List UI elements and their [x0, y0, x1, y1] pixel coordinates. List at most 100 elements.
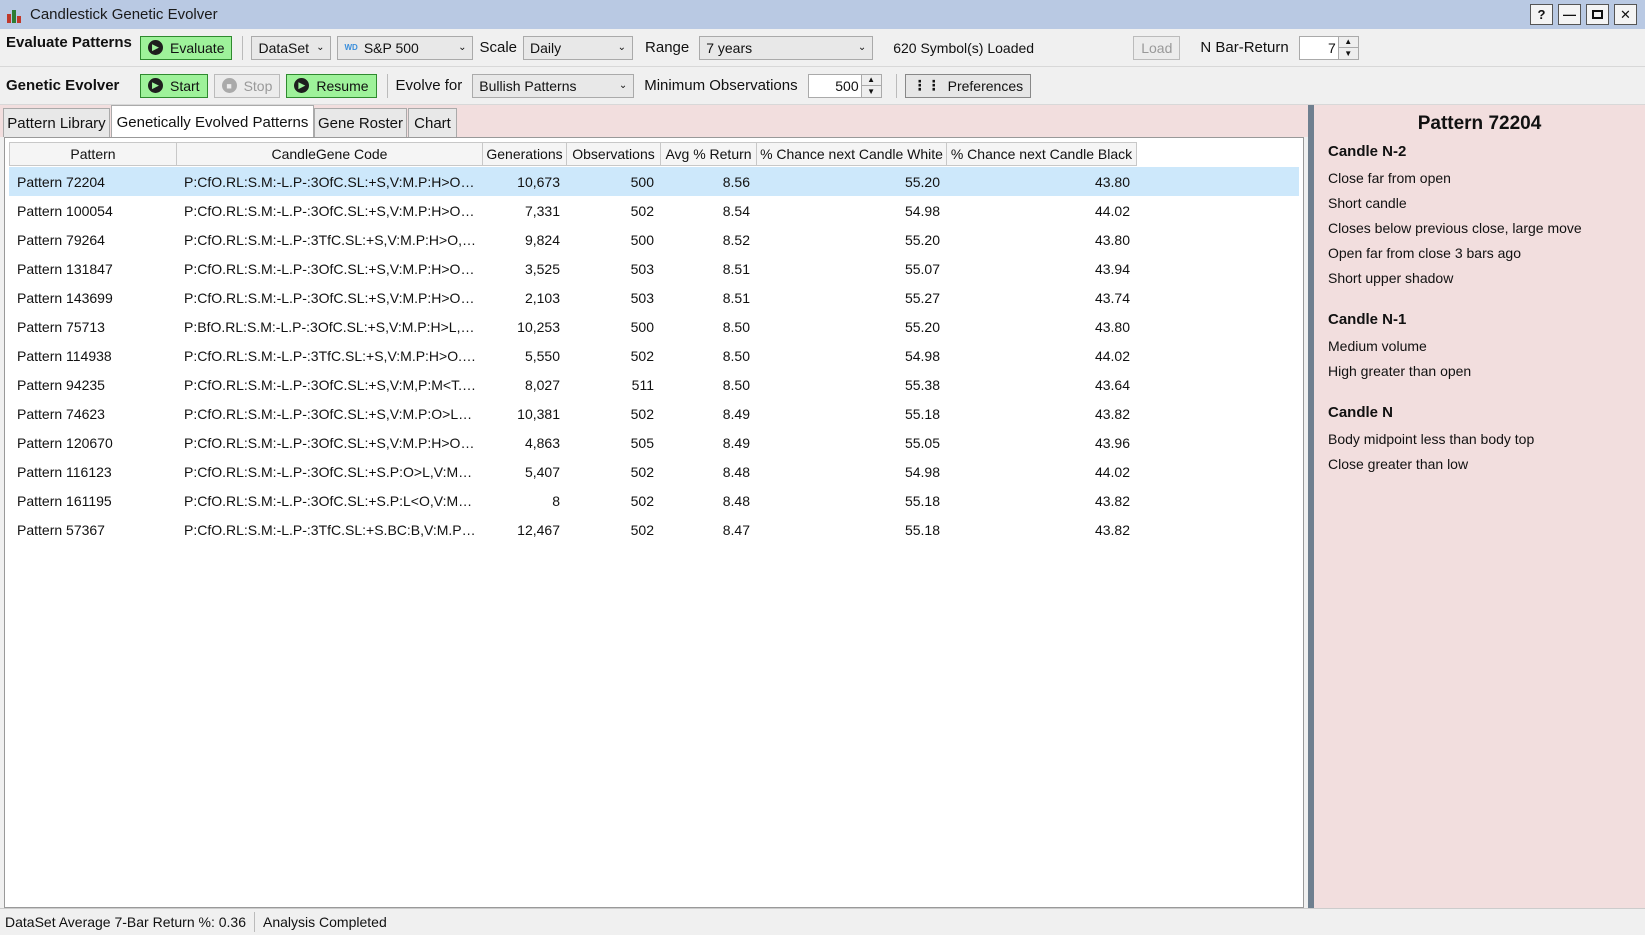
table-cell: 500 [630, 318, 654, 335]
tab-gene-roster[interactable]: Gene Roster [314, 108, 407, 137]
tab-genetically-evolved-patterns[interactable]: Genetically Evolved Patterns [111, 105, 314, 138]
table-row[interactable]: Pattern 161195 P:CfO.RL:S.M:-L.P-:3OfC.SL… [9, 486, 1299, 515]
start-button[interactable]: ▶ Start [140, 73, 208, 98]
range-select[interactable]: 7 years ⌄ [699, 35, 874, 60]
start-button-label: Start [170, 77, 200, 94]
evolver-toolbar: Genetic Evolver ▶ Start ■ Stop ▶ Resume … [0, 67, 1645, 105]
spin-up-icon[interactable]: ▲ [861, 75, 881, 86]
tab-pattern-library[interactable]: Pattern Library [3, 108, 110, 137]
table-cell: P:CfO.RL:S.M:-L.P-:3TfC.SL:+S,V:M.P:H>O.… [184, 347, 483, 364]
preferences-button[interactable]: ⋮⋮ Preferences [904, 73, 1032, 98]
stop-button-label: Stop [243, 77, 273, 94]
evaluate-button[interactable]: ▶ Evaluate [140, 35, 233, 60]
toolbar-separator [242, 35, 244, 60]
table-cell: 500 [630, 231, 654, 248]
resume-button-label: Resume [316, 77, 369, 94]
table-cell: 8.48 [722, 492, 750, 509]
table-cell: P:CfO.RL:S.M:-L.P-:3TfC.SL:+S,V:M.P:H>O,… [184, 231, 483, 248]
table-row[interactable]: Pattern 120670 P:CfO.RL:S.M:-L.P-:3OfC.SL… [9, 428, 1299, 457]
candle-condition: Medium volume [1328, 338, 1427, 354]
table-row[interactable]: Pattern 57367 P:CfO.RL:S.M:-L.P-:3TfC.SL:… [9, 515, 1299, 544]
chevron-down-icon: ⌄ [458, 42, 467, 53]
play-icon: ▶ [148, 78, 163, 93]
table-cell: 44.02 [1094, 463, 1130, 480]
scale-label: Scale [479, 39, 518, 56]
chevron-down-icon: ⌄ [617, 42, 627, 53]
n-bar-return-label: N Bar-Return [1200, 39, 1289, 56]
stop-button[interactable]: ■ Stop [213, 73, 281, 98]
candle-condition: Body midpoint less than body top [1328, 431, 1535, 447]
close-button[interactable]: ✕ [1614, 4, 1637, 25]
table-row[interactable]: Pattern 131847 P:CfO.RL:S.M:-L.P-:3OfC.SL… [9, 254, 1299, 283]
play-icon: ▶ [294, 78, 310, 93]
table-row[interactable]: Pattern 94235 P:CfO.RL:S.M:-L.P-:3OfC.SL:… [9, 370, 1299, 399]
column-header[interactable]: Observations [567, 142, 661, 166]
maximize-icon [1592, 10, 1603, 19]
spin-up-icon[interactable]: ▲ [1338, 37, 1358, 48]
column-header[interactable]: Avg % Return [661, 142, 757, 166]
table-row[interactable]: Pattern 100054 P:CfO.RL:S.M:-L.P-:3OfC.SL… [9, 196, 1299, 225]
table-cell: Pattern 57367 [17, 521, 105, 538]
table-row[interactable]: Pattern 116123 P:CfO.RL:S.M:-L.P-:3OfC.SL… [9, 457, 1299, 486]
table-row[interactable]: Pattern 143699 P:CfO.RL:S.M:-L.P-:3OfC.SL… [9, 283, 1299, 312]
column-header[interactable]: % Chance next Candle White [757, 142, 947, 166]
table-cell: 505 [630, 434, 654, 451]
table-cell: 8.48 [722, 463, 750, 480]
genetic-evolver-label: Genetic Evolver [6, 77, 120, 94]
n-bar-return-stepper[interactable]: 7 ▲ ▼ [1298, 35, 1359, 60]
table-cell: Pattern 161195 [17, 492, 112, 509]
table-row[interactable]: Pattern 72204 P:CfO.RL:S.M:-L.P-:3OfC.SL:… [9, 167, 1299, 196]
candle-condition: Close greater than low [1328, 456, 1469, 472]
resume-button[interactable]: ▶ Resume [286, 73, 377, 98]
range-label: Range [645, 39, 690, 56]
table-cell: 503 [630, 260, 654, 277]
column-header[interactable]: Generations [483, 142, 567, 166]
spin-down-icon[interactable]: ▼ [862, 86, 881, 97]
table-row[interactable]: Pattern 75713 P:BfO.RL:S.M:-L.P-:3OfC.SL:… [9, 312, 1299, 341]
table-cell: 7,331 [524, 202, 560, 219]
table-row[interactable]: Pattern 74623 P:CfO.RL:S.M:-L.P-:3OfC.SL:… [9, 399, 1299, 428]
table-cell: 8.52 [722, 231, 750, 248]
load-button[interactable]: Load [1133, 35, 1181, 60]
table-cell: 55.20 [904, 231, 940, 248]
table-cell: 502 [630, 405, 654, 422]
spin-down-icon[interactable]: ▼ [1339, 48, 1358, 59]
symbols-loaded-text: 620 Symbol(s) Loaded [893, 39, 1035, 56]
minimum-observations-stepper[interactable]: 500 ▲ ▼ [807, 73, 882, 98]
table-cell: P:CfO.RL:S.M:-L.P-:3OfC.SL:+S,V:M.P:O>L,… [184, 405, 483, 422]
table-cell: P:BfO.RL:S.M:-L.P-:3OfC.SL:+S,V:M.P:H>L,… [184, 318, 483, 335]
table-cell: 8.50 [722, 347, 750, 364]
help-button[interactable]: ? [1530, 4, 1553, 25]
table-cell: 5,550 [524, 347, 560, 364]
column-header[interactable]: CandleGene Code [177, 142, 483, 166]
table-cell: Pattern 72204 [17, 173, 105, 190]
maximize-button[interactable] [1586, 4, 1609, 25]
table-cell: P:CfO.RL:S.M:-L.P-:3OfC.SL:+S,V:M.P:H>O,… [184, 289, 483, 306]
table-cell: 10,673 [517, 173, 560, 190]
minimize-button[interactable]: — [1558, 4, 1581, 25]
column-header[interactable]: Pattern [9, 142, 177, 166]
grid-header: Pattern CandleGene Code Generations Observa… [9, 142, 1137, 166]
candle-condition: Short upper shadow [1328, 270, 1454, 286]
table-cell: 43.94 [1094, 260, 1130, 277]
table-cell: 55.18 [904, 492, 940, 509]
dataset-dropdown[interactable]: DataSet ⌄ [251, 35, 332, 60]
range-select-value: 7 years [706, 39, 753, 56]
status-separator [254, 912, 255, 932]
evolve-for-select[interactable]: Bullish Patterns ⌄ [472, 73, 635, 98]
table-row[interactable]: Pattern 79264 P:CfO.RL:S.M:-L.P-:3TfC.SL:… [9, 225, 1299, 254]
candle-group: Candle N-2 Close far from open Short candl… [1328, 143, 1631, 291]
table-cell: 8.49 [722, 405, 750, 422]
table-cell: P:CfO.RL:S.M:-L.P-:3OfC.SL:+S,V:M.P:H>O.… [184, 434, 483, 451]
table-cell: 43.80 [1094, 173, 1130, 190]
table-row[interactable]: Pattern 114938 P:CfO.RL:S.M:-L.P-:3TfC.SL… [9, 341, 1299, 370]
table-cell: 55.38 [904, 376, 940, 393]
tab-strip: Pattern Library Genetically Evolved Patt… [0, 105, 1308, 138]
table-cell: P:CfO.RL:S.M:-L.P-:3OfC.SL:+S,V:M.P:H>O.… [184, 202, 483, 219]
dataset-select[interactable]: WD S&P 500 ⌄ [337, 35, 474, 60]
candle-condition: High greater than open [1328, 363, 1472, 379]
column-header[interactable]: % Chance next Candle Black [947, 142, 1137, 166]
tab-chart[interactable]: Chart [408, 108, 457, 137]
table-cell: 54.98 [904, 347, 940, 364]
scale-select[interactable]: Daily ⌄ [523, 35, 634, 60]
